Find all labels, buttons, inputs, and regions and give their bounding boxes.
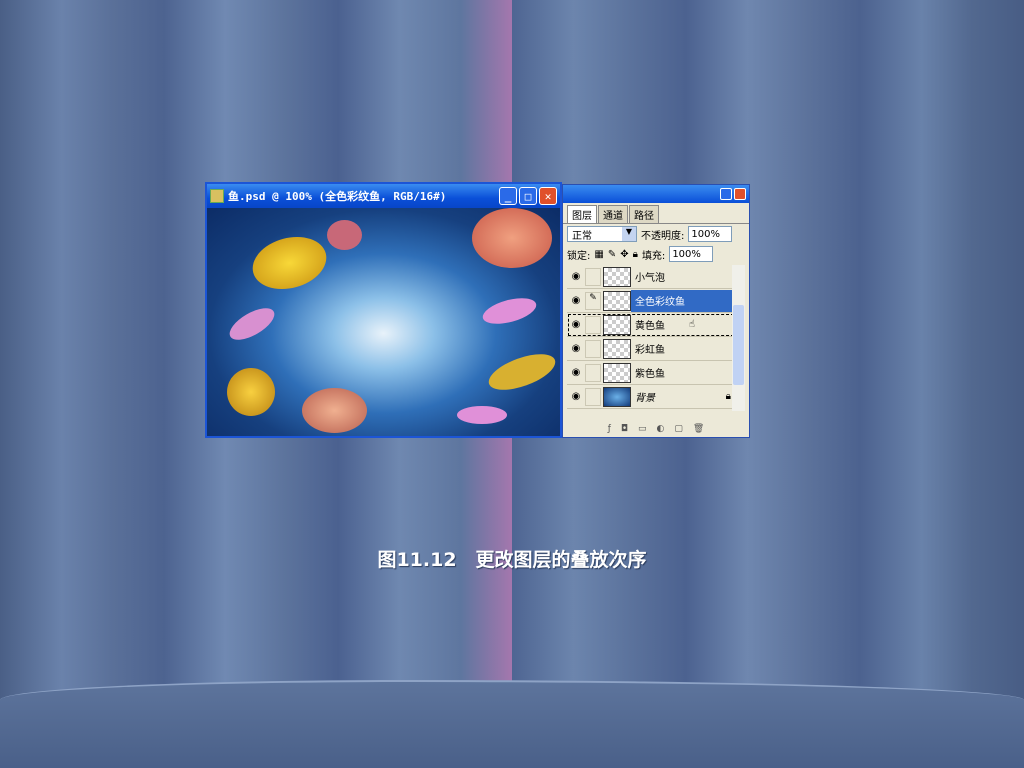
close-button[interactable]: ✕ — [539, 187, 557, 205]
pink-fish — [224, 301, 280, 347]
panel-minimize-button[interactable] — [720, 188, 732, 200]
curtain-hem — [0, 680, 1024, 768]
trash-icon[interactable]: 🗑︎ — [693, 424, 704, 434]
eye-icon[interactable]: ◉ — [567, 343, 585, 354]
chevron-down-icon: ▼ — [622, 227, 636, 241]
layer-thumbnail — [603, 338, 631, 359]
tab-layers[interactable]: 图层 — [567, 205, 597, 223]
lock-label: 锁定: — [567, 250, 591, 262]
scrollbar-thumb[interactable] — [733, 305, 744, 385]
yellow-fish — [246, 229, 333, 297]
panel-close-button[interactable] — [734, 188, 746, 200]
layer-row[interactable]: ◉ 紫色鱼 — [567, 361, 735, 385]
layer-thumbnail — [603, 314, 631, 335]
tab-channels[interactable]: 通道 — [598, 205, 628, 223]
link-box[interactable] — [585, 315, 601, 334]
layer-thumbnail — [603, 290, 631, 311]
layer-row[interactable]: ◉ 黄色鱼 ☝ — [567, 313, 735, 337]
brush-icon[interactable]: ✎ — [585, 291, 601, 310]
hand-cursor-icon: ☝ — [688, 319, 695, 330]
link-box[interactable] — [585, 387, 601, 406]
eye-icon[interactable]: ◉ — [567, 271, 585, 282]
layer-name: 小气泡 — [635, 273, 665, 284]
layers-list: ◉ 小气泡 ◉ ✎ 全色彩纹鱼 ◉ 黄色鱼 ☝ ◉ 彩虹鱼 ◉ 紫色鱼 ◉ 背景 🔒︎ — [567, 265, 735, 411]
pink-fish-2 — [457, 406, 507, 424]
maximize-button[interactable]: □ — [519, 187, 537, 205]
minimize-button[interactable]: _ — [499, 187, 517, 205]
document-titlebar[interactable]: 鱼.psd @ 100% (全色彩纹鱼, RGB/16#) _ □ ✕ — [207, 184, 560, 208]
layer-thumbnail — [603, 386, 631, 407]
new-group-icon[interactable]: ▭ — [638, 424, 647, 434]
lock-all-icon[interactable]: 🔒︎ — [633, 249, 638, 260]
eye-icon[interactable]: ◉ — [567, 295, 585, 306]
shell — [302, 388, 367, 433]
layer-name: 彩虹鱼 — [635, 345, 665, 356]
lock-paint-icon[interactable]: ✎ — [608, 249, 616, 260]
lock-transparency-icon[interactable]: ▦ — [594, 249, 603, 260]
purple-fish — [480, 293, 539, 329]
photoshop-doc-icon — [210, 189, 224, 203]
fill-input[interactable]: 100% — [669, 246, 714, 262]
fish-image-canvas[interactable] — [207, 208, 560, 436]
yellow-fish-2 — [227, 368, 275, 416]
layer-style-icon[interactable]: ƒ — [608, 424, 611, 434]
yellow-fish-3 — [484, 346, 560, 398]
opacity-label: 不透明度: — [641, 230, 685, 242]
link-box[interactable] — [585, 267, 601, 286]
blend-mode-value: 正常 — [572, 230, 592, 242]
document-window: 鱼.psd @ 100% (全色彩纹鱼, RGB/16#) _ □ ✕ — [205, 182, 562, 438]
new-layer-icon[interactable]: ▢ — [674, 424, 683, 434]
layers-scrollbar[interactable] — [732, 265, 745, 411]
layers-footer: ƒ ◘ ▭ ◐ ▢ 🗑︎ — [563, 421, 749, 437]
fill-label: 填充: — [641, 250, 666, 262]
link-box[interactable] — [585, 339, 601, 358]
tab-paths[interactable]: 路径 — [629, 205, 659, 223]
layer-row[interactable]: ◉ 彩虹鱼 — [567, 337, 735, 361]
coral-2 — [327, 220, 362, 250]
lock-move-icon[interactable]: ✥ — [620, 249, 628, 260]
eye-icon[interactable]: ◉ — [567, 367, 585, 378]
opacity-input[interactable]: 100% — [688, 226, 733, 242]
layers-panel: 图层 通道 路径 正常 ▼ 不透明度: 100% 锁定: ▦ ✎ ✥ 🔒︎ 填充:… — [562, 184, 750, 438]
layer-thumbnail — [603, 362, 631, 383]
coral — [472, 208, 552, 268]
layer-name: 背景 — [635, 393, 655, 404]
layer-thumbnail — [603, 266, 631, 287]
eye-icon[interactable]: ◉ — [567, 391, 585, 402]
eye-icon[interactable]: ◉ — [567, 319, 585, 330]
lock-icon: 🔒︎ — [725, 391, 731, 402]
layer-name: 黄色鱼 — [635, 321, 665, 332]
document-title: 鱼.psd @ 100% (全色彩纹鱼, RGB/16#) — [228, 190, 447, 203]
mask-icon[interactable]: ◘ — [621, 424, 628, 434]
layer-row-selected[interactable]: ◉ ✎ 全色彩纹鱼 — [567, 289, 735, 313]
layer-row[interactable]: ◉ 小气泡 — [567, 265, 735, 289]
layer-name: 紫色鱼 — [635, 369, 665, 380]
link-box[interactable] — [585, 363, 601, 382]
figure-caption: 图11.12 更改图层的叠放次序 — [377, 549, 647, 571]
layer-row[interactable]: ◉ 背景 🔒︎ — [567, 385, 735, 409]
layer-name: 全色彩纹鱼 — [631, 289, 735, 312]
blend-mode-select[interactable]: 正常 ▼ — [567, 226, 637, 242]
adjustment-layer-icon[interactable]: ◐ — [657, 424, 665, 434]
